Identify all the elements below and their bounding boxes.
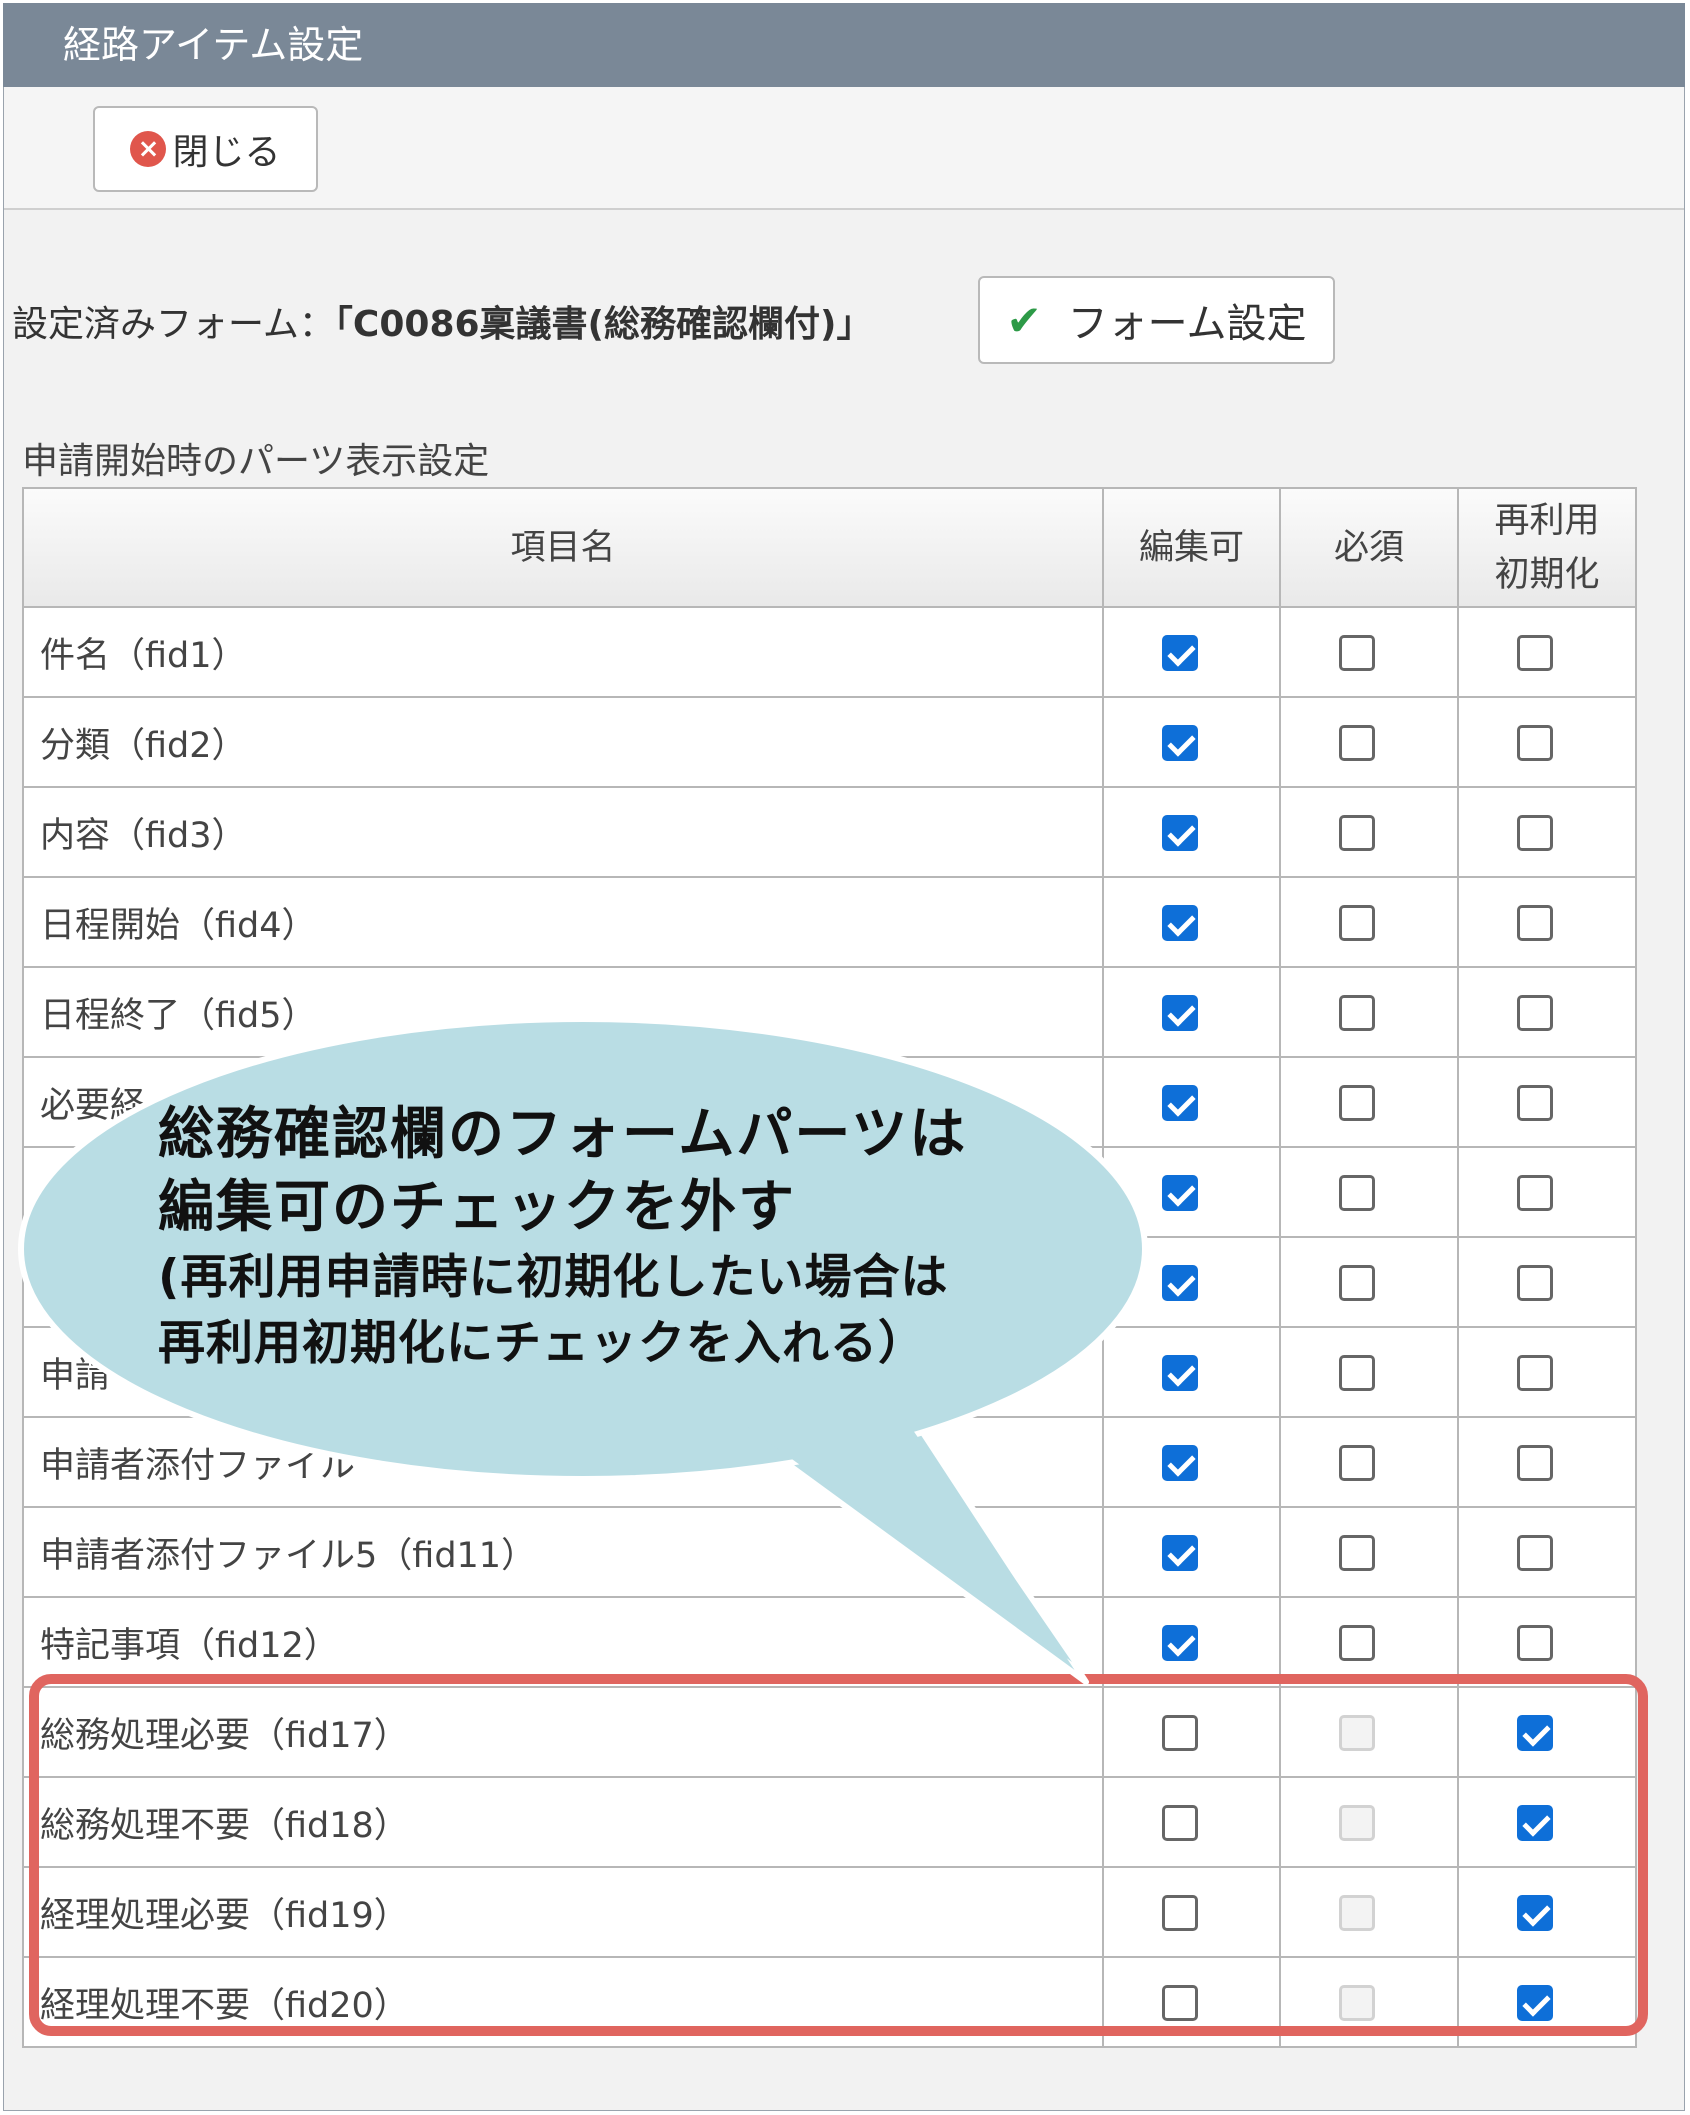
callout-line-2: 編集可のチェックを外す — [158, 1175, 796, 1240]
callout-text: 総務確認欄のフォームパーツは 編集可のチェックを外す (再利用申請時に初期化した… — [158, 1098, 1138, 1376]
callout-bubble — [18, 1016, 1148, 1685]
callout-line-4: 再利用初期化にチェックを入れる） — [158, 1316, 926, 1371]
callout-line-3: (再利用申請時に初期化したい場合は — [158, 1250, 949, 1305]
callout-line-1: 総務確認欄のフォームパーツは — [158, 1102, 968, 1167]
